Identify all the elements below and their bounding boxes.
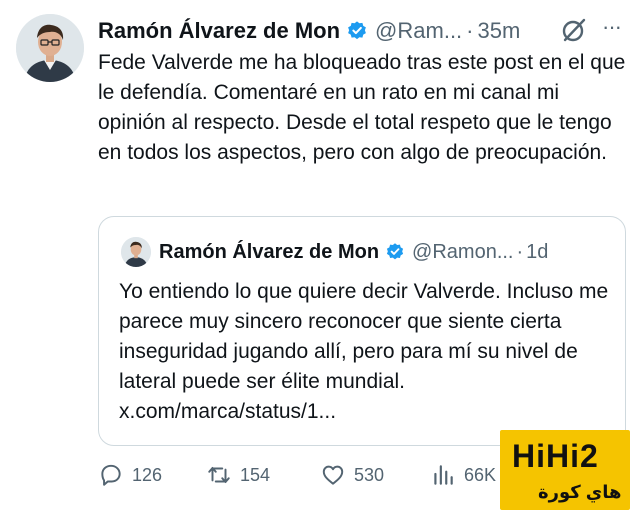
watermark-subtitle: هاي كورة xyxy=(538,482,622,502)
verified-badge-icon xyxy=(346,20,368,42)
more-options-icon[interactable]: ··· xyxy=(602,14,622,40)
reply-button[interactable]: 126 xyxy=(98,462,162,488)
like-button[interactable]: 530 xyxy=(320,462,384,488)
views-chart-icon xyxy=(434,465,453,485)
quoted-tweet[interactable]: Ramón Álvarez de Mon @Ramon... · 1d Yo e… xyxy=(98,216,626,446)
quoted-author-name: Ramón Álvarez de Mon xyxy=(159,240,380,263)
views-button[interactable]: 66K xyxy=(430,462,496,488)
grok-icon[interactable] xyxy=(560,16,588,44)
reply-icon xyxy=(101,464,121,486)
like-count: 530 xyxy=(354,464,385,485)
quoted-tweet-text: Yo entiendo lo que quiere decir Valverde… xyxy=(119,280,609,423)
reply-count: 126 xyxy=(132,464,163,485)
heart-icon xyxy=(322,465,344,485)
tweet-text: Fede Valverde me ha bloqueado tras este … xyxy=(98,51,626,164)
verified-badge-icon xyxy=(385,242,405,262)
retweet-count: 154 xyxy=(240,464,271,485)
quoted-timestamp: 1d xyxy=(526,240,549,263)
tweet-header: Ramón Álvarez de Mon @Ram... · 35m xyxy=(98,16,520,46)
author-handle[interactable]: @Ram... xyxy=(375,18,462,44)
watermark-logo: HiHi2 هاي كورة xyxy=(500,430,630,510)
tweet-timestamp[interactable]: 35m xyxy=(478,18,521,44)
separator-dot: · xyxy=(466,18,474,43)
watermark-logo-text: HiHi2 xyxy=(512,438,599,474)
author-name[interactable]: Ramón Álvarez de Mon xyxy=(98,18,340,44)
author-avatar[interactable] xyxy=(16,14,84,82)
tweet[interactable]: Ramón Álvarez de Mon @Ram... · 35m ··· F… xyxy=(0,0,640,518)
view-count: 66K xyxy=(464,464,497,485)
quoted-author-handle: @Ramon... xyxy=(412,240,514,263)
retweet-icon xyxy=(208,466,230,484)
separator-dot: · xyxy=(516,240,524,263)
quoted-tweet-header: Ramón Álvarez de Mon @Ramon... · 1d xyxy=(159,237,548,267)
quoted-author-avatar xyxy=(121,237,151,267)
retweet-button[interactable]: 154 xyxy=(206,462,270,488)
